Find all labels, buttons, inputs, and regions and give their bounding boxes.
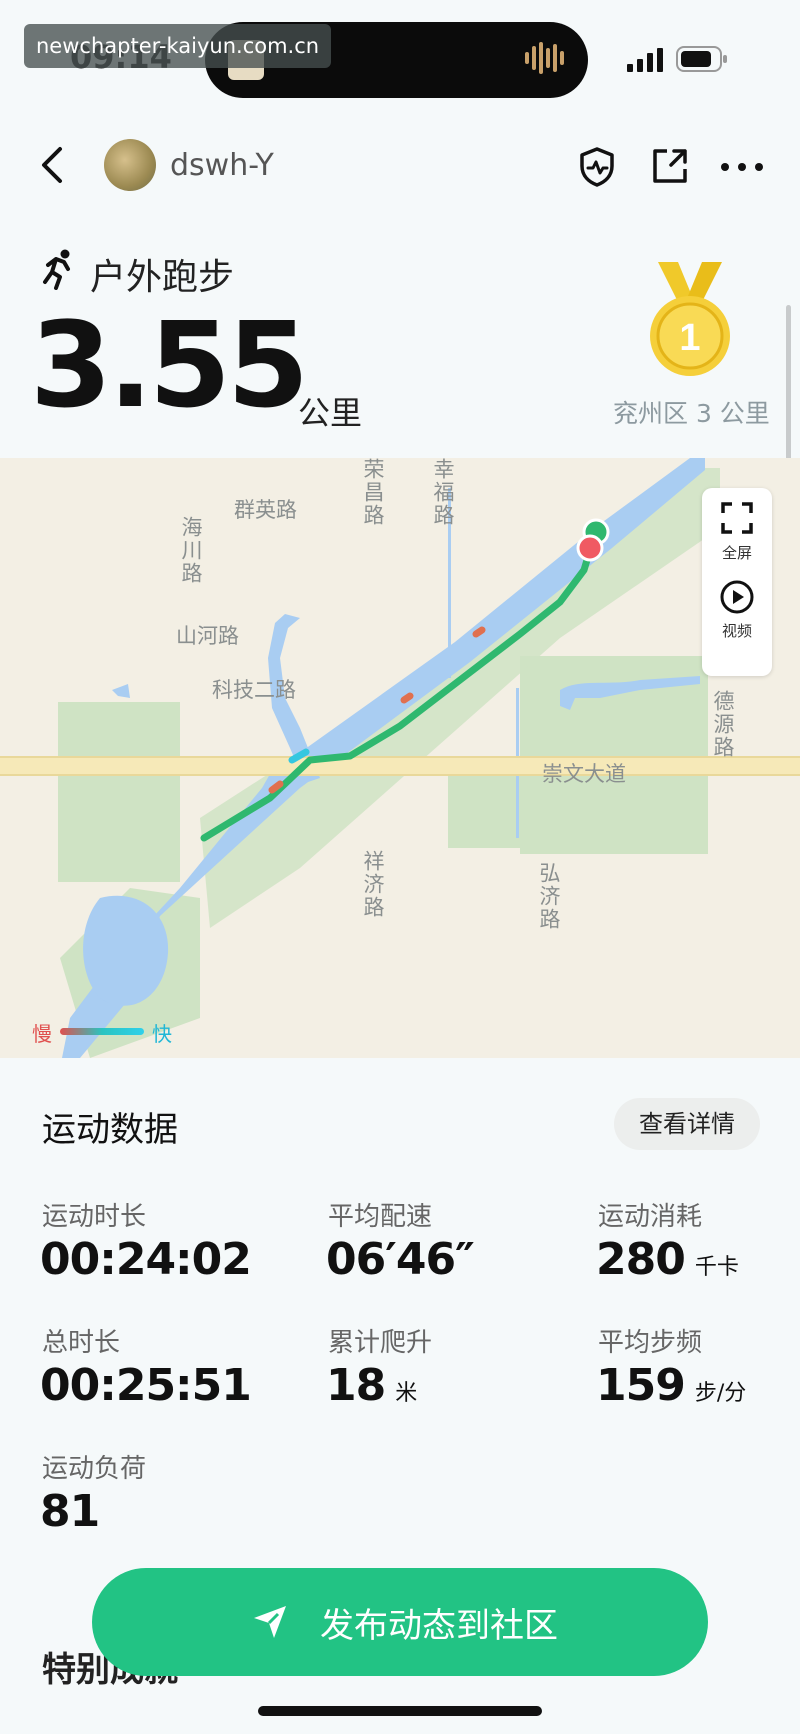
medal-number: 1 xyxy=(679,317,700,359)
stat-label: 累计爬升 xyxy=(328,1328,433,1358)
stat-label: 平均步频 xyxy=(598,1328,703,1358)
stat-unit: 步/分 xyxy=(694,1381,747,1406)
road-label: 荣昌路 xyxy=(361,458,385,527)
fullscreen-label: 全屏 xyxy=(721,544,752,562)
send-icon xyxy=(254,1606,286,1638)
audio-wave-icon xyxy=(525,42,564,74)
section-title: 运动数据 xyxy=(42,1110,178,1150)
fullscreen-button[interactable]: 全屏 xyxy=(702,488,772,580)
fullscreen-icon xyxy=(721,502,753,534)
road-label: 群英路 xyxy=(234,498,297,522)
road-label: 祥济路 xyxy=(361,850,385,919)
stat-value: 159 步/分 xyxy=(596,1360,747,1411)
road-label: 弘济路 xyxy=(537,862,561,931)
map-canvas xyxy=(0,458,800,1058)
running-icon xyxy=(43,249,70,290)
road-label: 山河路 xyxy=(176,624,239,648)
stat-label: 平均配速 xyxy=(328,1202,433,1232)
stat-label: 运动消耗 xyxy=(598,1202,703,1232)
view-details-button[interactable]: 查看详情 xyxy=(614,1098,760,1150)
stat-value: 280 千卡 xyxy=(596,1234,739,1285)
status-bar: 09:14 newchapter-kaiyun.com.cn xyxy=(0,0,800,110)
video-button[interactable]: 视频 xyxy=(702,580,772,672)
activity-type: 户外跑步 xyxy=(90,257,235,298)
publish-to-community-button[interactable]: 发布动态到社区 xyxy=(92,1568,708,1676)
distance-value: 3.55 xyxy=(30,296,309,434)
stat-value: 00:25:51 xyxy=(40,1360,252,1411)
stat-value: 00:24:02 xyxy=(40,1234,252,1285)
road-label: 科技二路 xyxy=(212,678,296,702)
road-label: 海川路 xyxy=(179,516,203,585)
signal-icon xyxy=(627,48,663,72)
more-options-icon[interactable] xyxy=(720,162,764,172)
gold-medal-icon[interactable]: 1 xyxy=(648,262,732,382)
back-button[interactable] xyxy=(36,145,72,185)
route-map[interactable]: 群英路 荣昌路 幸福路 海川路 山河路 科技二路 德源路 崇文大道 祥济路 弘济… xyxy=(0,458,800,1058)
road-label: 崇文大道 xyxy=(542,762,626,786)
stat-unit: 千卡 xyxy=(694,1255,739,1280)
stat-value: 06′46″ xyxy=(326,1234,475,1285)
medal-caption: 兖州区 3 公里 xyxy=(613,399,770,428)
publish-label: 发布动态到社区 xyxy=(320,1606,558,1646)
video-label: 视频 xyxy=(721,622,752,640)
pace-legend-bar xyxy=(60,1028,144,1035)
avatar[interactable] xyxy=(104,139,156,191)
battery-icon xyxy=(676,46,727,72)
shield-icon[interactable] xyxy=(578,146,616,188)
legend-fast-label: 快 xyxy=(152,1022,172,1046)
road-label: 幸福路 xyxy=(431,458,455,527)
username[interactable]: dswh-Y xyxy=(170,148,274,183)
stat-label: 总时长 xyxy=(42,1328,121,1358)
distance-unit: 公里 xyxy=(298,394,363,432)
share-icon[interactable] xyxy=(650,146,690,186)
stat-label: 运动负荷 xyxy=(42,1454,147,1484)
stat-label: 运动时长 xyxy=(42,1202,147,1232)
stat-unit: 米 xyxy=(395,1381,418,1406)
map-controls: 全屏 视频 xyxy=(702,488,772,676)
stat-value: 18 米 xyxy=(326,1360,418,1411)
legend-slow-label: 慢 xyxy=(32,1022,52,1046)
play-icon xyxy=(720,580,754,614)
home-indicator[interactable] xyxy=(258,1706,542,1716)
watermark: newchapter-kaiyun.com.cn xyxy=(24,24,332,68)
stat-value: 81 xyxy=(40,1486,100,1537)
road-label: 德源路 xyxy=(711,690,735,759)
